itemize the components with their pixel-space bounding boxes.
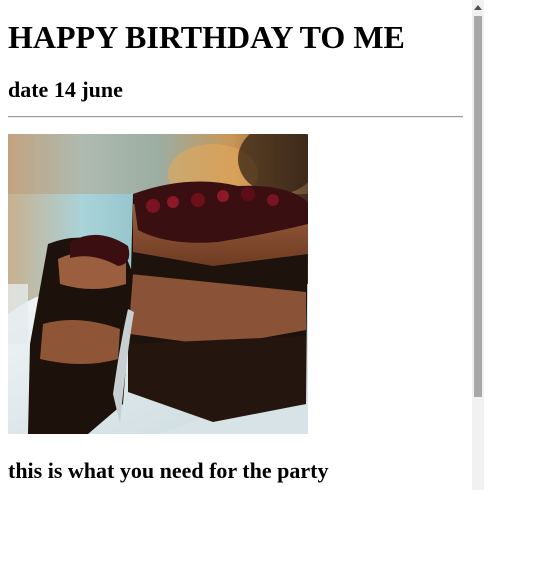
vertical-scrollbar[interactable]	[472, 0, 484, 490]
horizontal-rule	[8, 116, 463, 118]
date-heading: date 14 june	[8, 77, 123, 102]
page-title: HAPPY BIRTHDAY TO ME	[8, 19, 405, 55]
page-viewport: HAPPY BIRTHDAY TO ME date 14 june this i…	[0, 0, 472, 490]
cake-image	[8, 134, 308, 434]
party-note: this is what you need for the party	[8, 458, 329, 483]
scroll-up-arrow-icon[interactable]	[472, 0, 484, 14]
scrollbar-thumb[interactable]	[474, 16, 482, 397]
